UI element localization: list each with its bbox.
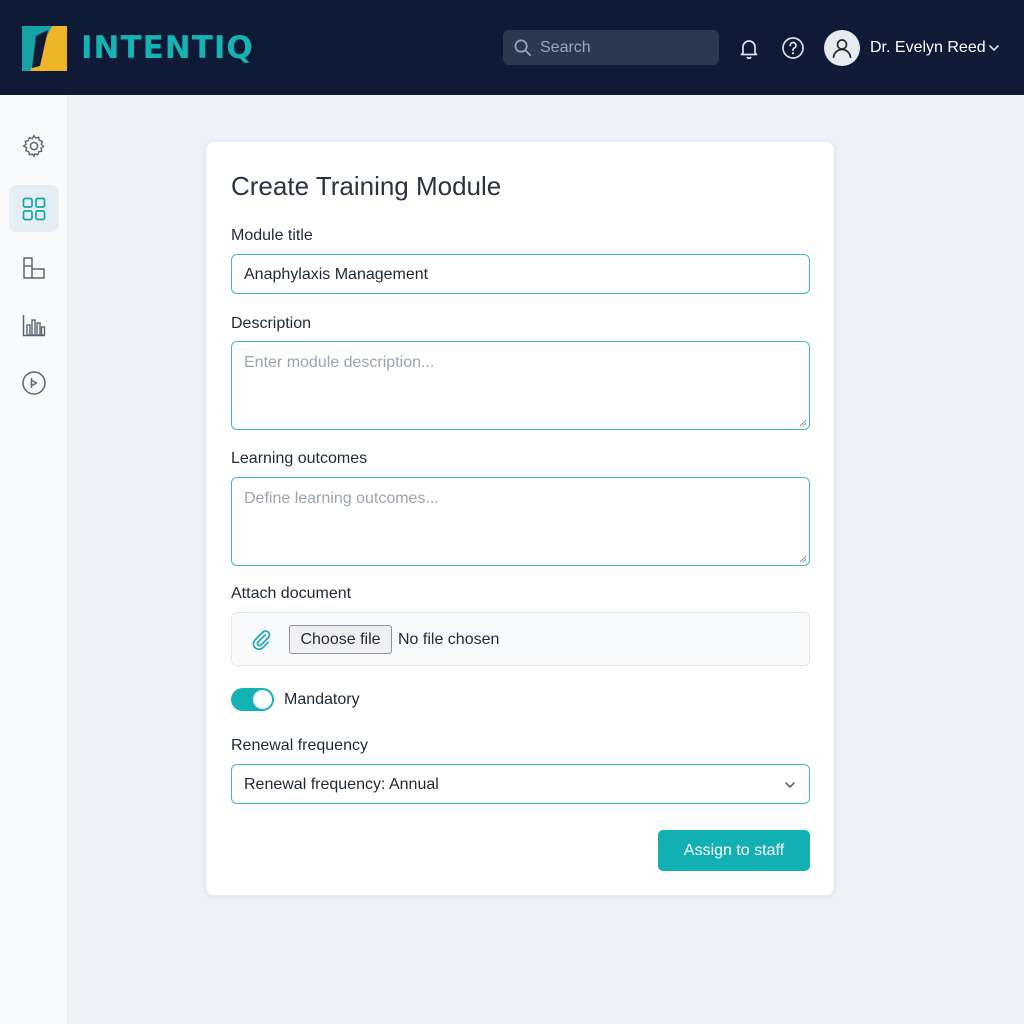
help-icon[interactable] xyxy=(781,36,805,60)
mandatory-toggle[interactable] xyxy=(231,688,274,711)
avatar[interactable] xyxy=(824,30,860,66)
top-bar: INTENTIQ Search Dr. Evelyn Reed xyxy=(0,0,1024,95)
bell-icon[interactable] xyxy=(737,36,761,60)
module-title-label: Module title xyxy=(231,227,313,244)
user-name[interactable]: Dr. Evelyn Reed xyxy=(870,39,986,57)
choose-file-button[interactable]: Choose file xyxy=(289,625,392,654)
chevron-down-icon[interactable] xyxy=(987,41,1001,55)
description-textarea[interactable]: Enter module description... xyxy=(231,341,810,430)
outcomes-textarea[interactable]: Define learning outcomes... xyxy=(231,477,810,566)
toggle-knob xyxy=(253,690,272,709)
brand-name[interactable]: INTENTIQ xyxy=(81,29,254,67)
bar-chart-icon xyxy=(22,315,46,337)
gear-icon xyxy=(22,134,45,158)
create-module-card: Create Training Module Module title Anap… xyxy=(205,141,835,896)
description-placeholder: Enter module description... xyxy=(244,354,435,371)
blocks-icon xyxy=(23,257,45,279)
module-title-input[interactable]: Anaphylaxis Management xyxy=(231,254,810,294)
renewal-value: Renewal frequency: Annual xyxy=(244,776,439,793)
paperclip-icon xyxy=(252,630,271,651)
avatar-icon xyxy=(832,39,852,59)
resize-grip-icon[interactable] xyxy=(799,555,807,563)
outcomes-placeholder: Define learning outcomes... xyxy=(244,490,439,507)
description-label: Description xyxy=(231,315,312,332)
sidebar-item-dashboard[interactable] xyxy=(9,185,59,232)
sidebar xyxy=(0,95,68,1024)
file-status: No file chosen xyxy=(398,631,500,648)
sidebar-item-media[interactable] xyxy=(9,359,59,406)
search-input[interactable]: Search xyxy=(540,39,591,57)
renewal-label: Renewal frequency xyxy=(231,737,368,754)
resize-grip-icon[interactable] xyxy=(799,419,807,427)
assign-to-staff-button[interactable]: Assign to staff xyxy=(658,830,810,871)
mandatory-label: Mandatory xyxy=(284,691,360,708)
attach-label: Attach document xyxy=(231,585,352,602)
renewal-select[interactable]: Renewal frequency: Annual xyxy=(231,764,810,804)
sidebar-item-settings[interactable] xyxy=(9,122,59,169)
logo-icon xyxy=(22,26,67,71)
sidebar-item-structure[interactable] xyxy=(9,244,59,291)
sidebar-item-analytics[interactable] xyxy=(9,301,59,348)
chevron-down-icon xyxy=(785,782,795,788)
attach-document-field: Choose file No file chosen xyxy=(231,612,810,666)
page-title: Create Training Module xyxy=(231,171,502,201)
grid-icon xyxy=(22,197,46,221)
search-box[interactable]: Search xyxy=(503,30,719,65)
outcomes-label: Learning outcomes xyxy=(231,450,368,467)
search-icon xyxy=(514,39,531,56)
module-title-value: Anaphylaxis Management xyxy=(244,266,429,283)
play-circle-icon xyxy=(22,371,46,395)
